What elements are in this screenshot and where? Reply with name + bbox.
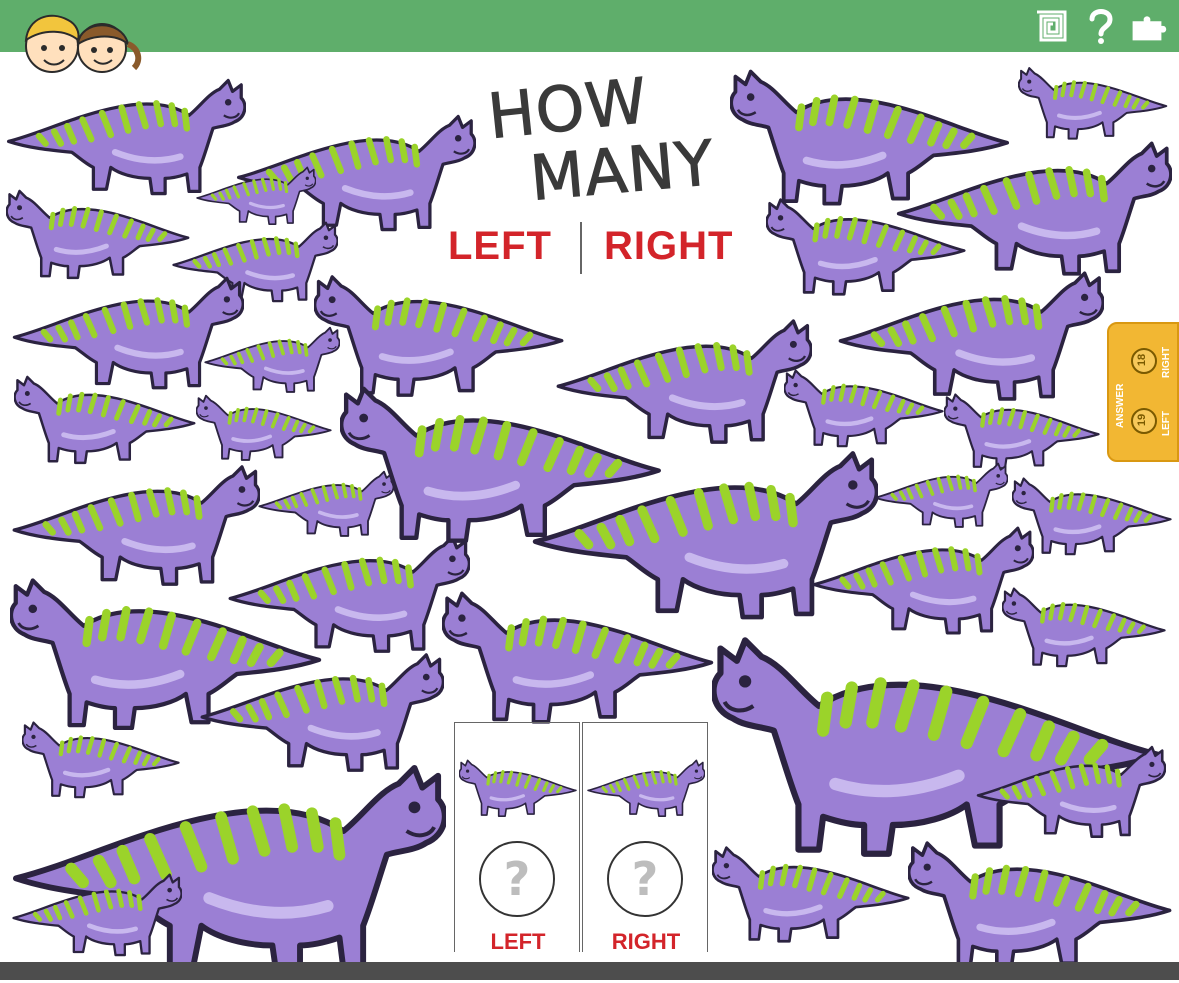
dino-facing-right [556, 314, 812, 448]
dino-facing-left [908, 836, 1172, 974]
spiral-icon [1031, 6, 1071, 46]
answer-box-left: ? LEFT [454, 722, 580, 954]
dino-facing-left [784, 366, 944, 450]
page-title: HOW MANY [480, 63, 717, 217]
dino-facing-right [874, 461, 1008, 529]
dino-example-right [587, 758, 705, 818]
dino-facing-left [1018, 64, 1168, 142]
answer-box: ? LEFT ? RIGHT [454, 722, 708, 954]
answer-left-label: LEFT [1161, 411, 1172, 436]
title-many: MANY [527, 126, 718, 216]
dino-facing-right [12, 870, 182, 959]
answer-box-right-label: RIGHT [611, 929, 681, 954]
top-icons [1031, 6, 1171, 46]
answer-left-count: 19 [1136, 413, 1149, 427]
answer-right-count: 18 [1136, 353, 1149, 367]
dino-facing-left [712, 842, 910, 946]
dino-facing-right [976, 742, 1166, 841]
question-mark-icon: ? [503, 852, 531, 906]
answer-box-right: ? RIGHT [582, 722, 708, 954]
dino-facing-right [812, 522, 1034, 638]
answer-box-left-label: LEFT [490, 929, 546, 954]
heading-divider [580, 222, 582, 274]
dino-facing-left [1012, 474, 1172, 558]
answer-left-input[interactable]: ? [479, 841, 555, 917]
kids-logo-icon [24, 14, 142, 73]
answer-right-label: RIGHT [1161, 346, 1172, 378]
answer-heading: ANSWER [1115, 383, 1126, 428]
answer-right-input[interactable]: ? [607, 841, 683, 917]
top-bar [0, 0, 1179, 52]
answer-tab: ANSWER 18 19 RIGHT LEFT [1107, 322, 1179, 462]
heading-right-label: RIGHT [604, 224, 734, 268]
dino-facing-right [12, 460, 260, 590]
question-icon [1081, 6, 1121, 46]
bottom-bar [0, 962, 1179, 980]
dino-facing-left [196, 393, 332, 462]
question-mark-icon: ? [631, 852, 659, 906]
dino-facing-left [6, 186, 190, 282]
dino-example-left [459, 758, 577, 818]
dino-facing-left [14, 372, 196, 467]
puzzle-icon [1131, 6, 1171, 46]
